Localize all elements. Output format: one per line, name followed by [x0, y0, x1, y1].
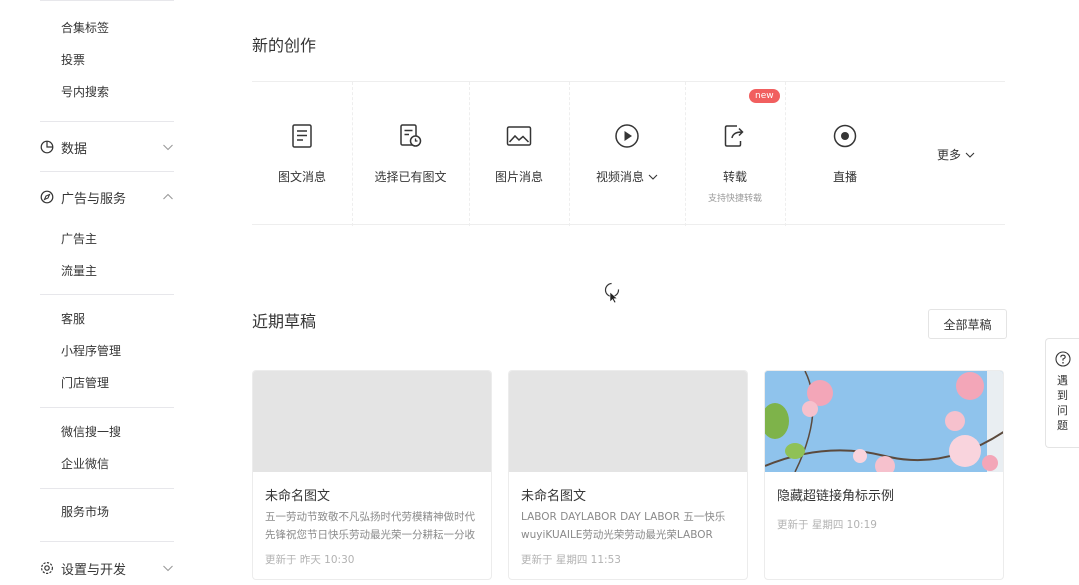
chevron-down-icon — [162, 141, 174, 153]
loading-cursor-icon — [604, 282, 622, 304]
chevron-down-icon — [965, 150, 975, 160]
create-article-button[interactable]: 图文消息 — [252, 82, 352, 226]
draft-updated-time: 更新于 星期四 10:19 — [777, 519, 877, 531]
create-item-label: 视频消息 — [596, 168, 658, 185]
create-item-label: 图文消息 — [277, 170, 326, 184]
sidebar-group-data[interactable]: 数据 — [40, 136, 174, 158]
all-drafts-button[interactable]: 全部草稿 — [928, 309, 1007, 339]
document-clock-icon — [397, 122, 425, 150]
recent-drafts-title: 近期草稿 — [252, 312, 317, 331]
divider — [40, 171, 174, 172]
draft-thumbnail — [509, 371, 747, 472]
sidebar-item-collection-tags[interactable]: 合集标签 — [61, 20, 109, 36]
help-label: 遇到问题 — [1057, 374, 1068, 432]
repost-hint: 支持快捷转载 — [708, 194, 763, 204]
sidebar-item-mini-program[interactable]: 小程序管理 — [61, 343, 121, 359]
compass-icon — [40, 190, 54, 204]
pie-chart-icon — [40, 140, 54, 154]
question-icon — [1054, 351, 1071, 367]
sidebar: 合集标签 投票 号内搜索 数据 广告与服务 广告主 流量主 客服 小程序管理 门… — [0, 0, 215, 585]
create-item-label: 选择已有图文 — [374, 170, 447, 184]
draft-description: LABOR DAYLABOR DAY LABOR 五一快乐wuyiKUAILE劳… — [521, 511, 726, 541]
create-item-label: 直播 — [832, 170, 857, 184]
create-item-label: 转载 — [722, 170, 747, 184]
sidebar-item-advertiser[interactable]: 广告主 — [61, 231, 97, 247]
sidebar-item-wecom[interactable]: 企业微信 — [61, 456, 109, 472]
sidebar-group-ads[interactable]: 广告与服务 — [40, 186, 174, 208]
create-item-label: 图片消息 — [494, 170, 543, 184]
draft-card[interactable]: 未命名图文 LABOR DAYLABOR DAY LABOR 五一快乐wuyiK… — [508, 370, 748, 580]
sidebar-group-label: 设置与开发 — [61, 562, 127, 578]
create-video-message-button[interactable]: 视频消息 — [569, 82, 685, 226]
chevron-down-icon — [162, 562, 174, 574]
create-panel: 图文消息 选择已有图文 图片消息 视频消息 new 转载 支持快捷转载 直播 更… — [252, 81, 1005, 226]
more-button[interactable]: 更多 — [937, 146, 975, 163]
sidebar-item-publisher[interactable]: 流量主 — [61, 263, 97, 279]
share-icon — [721, 122, 749, 150]
chevron-down-icon — [648, 172, 658, 182]
draft-title: 隐藏超链接角标示例 — [777, 489, 895, 504]
more-label: 更多 — [937, 148, 962, 162]
app: 合集标签 投票 号内搜索 数据 广告与服务 广告主 流量主 客服 小程序管理 门… — [0, 0, 1079, 585]
repost-button[interactable]: new 转载 支持快捷转载 — [685, 82, 785, 226]
create-image-message-button[interactable]: 图片消息 — [469, 82, 569, 226]
draft-title: 未命名图文 — [265, 489, 331, 504]
draft-thumbnail-blossom — [765, 371, 1003, 476]
gear-icon — [40, 561, 54, 575]
sidebar-item-vote[interactable]: 投票 — [61, 52, 85, 68]
play-circle-icon — [613, 122, 641, 150]
document-icon — [288, 122, 316, 150]
sidebar-group-label: 广告与服务 — [61, 191, 127, 207]
help-button[interactable]: 遇到问题 — [1045, 338, 1079, 448]
sidebar-item-store[interactable]: 门店管理 — [61, 375, 109, 391]
draft-card[interactable]: 隐藏超链接角标示例 更新于 星期四 10:19 — [764, 370, 1004, 580]
live-button[interactable]: 直播 — [785, 82, 905, 226]
chevron-up-icon — [162, 191, 174, 203]
divider — [40, 294, 174, 295]
sidebar-item-service-market[interactable]: 服务市场 — [61, 504, 109, 520]
draft-title: 未命名图文 — [521, 489, 587, 504]
image-icon — [505, 122, 533, 150]
sidebar-item-customer-service[interactable]: 客服 — [61, 311, 85, 327]
new-badge: new — [749, 89, 780, 103]
new-creation-title: 新的创作 — [252, 36, 317, 55]
draft-description: 五一劳动节致敬不凡弘扬时代劳模精神做时代先锋祝您节日快乐劳动最光荣一分耕耘一分收… — [265, 511, 475, 541]
draft-thumbnail — [253, 371, 491, 472]
main-content: 新的创作 图文消息 选择已有图文 图片消息 视频消息 new 转载 支持快捷转载… — [215, 0, 1079, 585]
divider — [40, 488, 174, 489]
video-label: 视频消息 — [595, 170, 644, 184]
divider — [40, 121, 174, 122]
sidebar-group-settings[interactable]: 设置与开发 — [40, 557, 174, 579]
draft-card[interactable]: 未命名图文 五一劳动节致敬不凡弘扬时代劳模精神做时代先锋祝您节日快乐劳动最光荣一… — [252, 370, 492, 580]
draft-updated-time: 更新于 昨天 10:30 — [265, 554, 355, 566]
sidebar-group-label: 数据 — [61, 141, 88, 157]
draft-updated-time: 更新于 星期四 11:53 — [521, 554, 621, 566]
divider — [40, 407, 174, 408]
sidebar-item-wechat-search[interactable]: 微信搜一搜 — [61, 424, 121, 440]
divider — [40, 0, 174, 1]
divider — [40, 541, 174, 542]
select-existing-article-button[interactable]: 选择已有图文 — [352, 82, 469, 226]
sidebar-item-account-search[interactable]: 号内搜索 — [61, 84, 109, 100]
live-icon — [831, 122, 859, 150]
